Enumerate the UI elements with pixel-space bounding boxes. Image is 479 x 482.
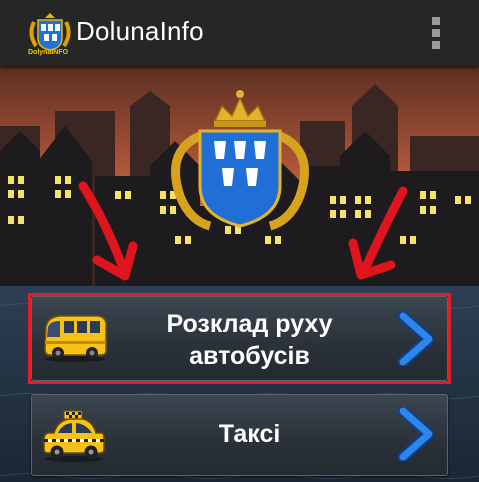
app-title: DolunaInfo	[76, 16, 204, 46]
logo-caption: DolynaINFO	[28, 49, 69, 56]
bus-schedule-label: Розклад руху автобусів	[112, 308, 387, 372]
chevron-right-icon	[397, 407, 433, 461]
red-arrow-down-left-icon	[348, 186, 408, 280]
red-arrow-down-right-icon	[78, 181, 138, 281]
app-bar: DolynaINFO DolunaInfo	[0, 0, 479, 66]
bus-icon	[44, 315, 107, 362]
bus-schedule-label-line2: автобусів	[189, 342, 310, 370]
overflow-menu-icon[interactable]	[426, 17, 446, 51]
taxi-label: Таксі	[218, 420, 281, 448]
taxi-icon	[43, 410, 105, 462]
bus-schedule-button[interactable]: Розклад руху автобусів	[31, 296, 448, 381]
chevron-right-icon	[397, 312, 433, 366]
taxi-button[interactable]: Таксі	[31, 394, 448, 476]
bus-schedule-label-line1: Розклад руху	[166, 310, 333, 338]
